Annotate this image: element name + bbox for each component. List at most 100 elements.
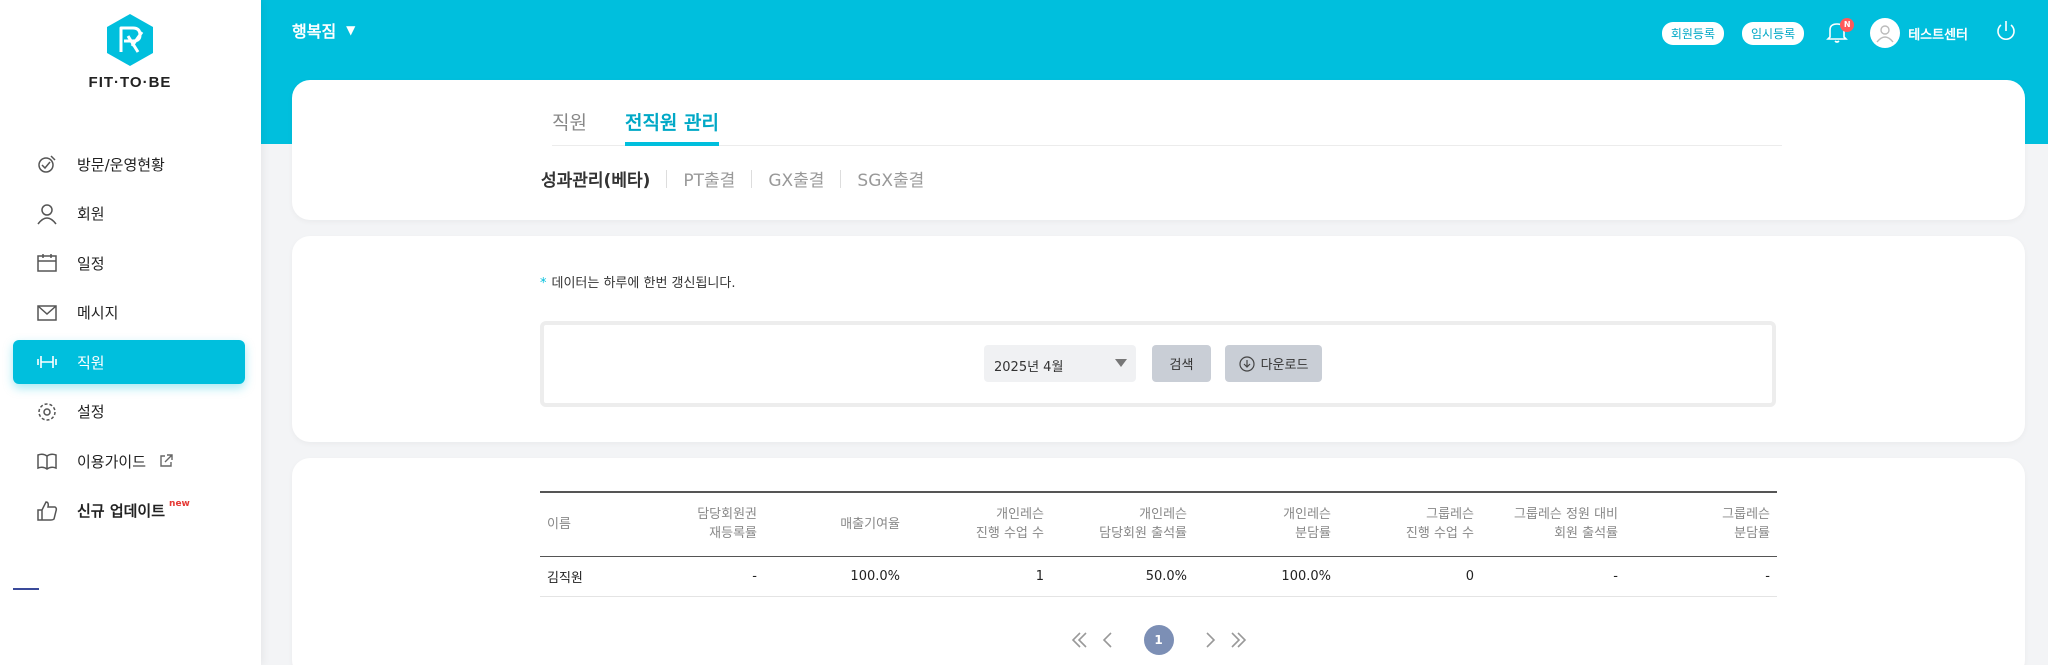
sidebar-nav: 방문/운영현황 회원 일정 메시지 직원 설정 이용가이드 신규 업데이트 ne… [13,142,245,538]
column-header: 매출기여율 [764,491,907,557]
sidebar-item-label: 일정 [77,254,105,273]
column-header: 그룹레슨 진행 수업 수 [1338,491,1481,557]
calendar-icon [35,251,59,275]
branch-selector[interactable]: 행복짐 ▼ [292,18,355,42]
subtab-pt-attendance[interactable]: PT출결 [683,166,735,191]
visit-status-icon [35,152,59,176]
table-header-row: 이름 담당회원권 재등록률 매출기여율 개인레슨 진행 수업 수 개인레슨 담당… [540,491,1777,557]
tabs-card: 직원 전직원 관리 성과관리(베타) PT출결 GX출결 SGX출결 [292,80,2025,220]
thumbs-up-icon [35,499,59,523]
new-tag: new [169,498,190,509]
user-menu[interactable]: 테스트센터 [1870,18,1968,48]
subtab-divider [751,169,753,188]
sidebar-item-label: 메시지 [77,304,119,322]
sidebar-item-label: 설정 [77,403,105,421]
column-header: 이름 [540,491,620,557]
sidebar-item-label: 방문/운영현황 [77,155,165,174]
subtab-divider [666,169,668,188]
sidebar-item-staff[interactable]: 직원 [13,340,245,384]
table-cell: 1 [907,556,1051,597]
table-cell: - [620,556,764,597]
page-number-current[interactable]: 1 [1143,625,1174,655]
month-value: 2025년 4월 [994,360,1064,375]
dumbbell-icon [35,350,59,374]
message-icon [35,301,59,325]
prev-page-button[interactable] [1096,628,1120,652]
subtab-sgx-attendance[interactable]: SGX출결 [857,166,924,191]
notification-button[interactable]: N [1826,18,1855,46]
sub-tabs: 성과관리(베타) PT출결 GX출결 SGX출결 [541,166,924,191]
sidebar-item-schedule[interactable]: 일정 [13,241,245,285]
sidebar-item-label: 직원 [77,353,105,372]
column-header: 그룹레슨 분담률 [1625,491,1777,557]
filter-card: * 데이터는 하루에 한번 갱신됩니다. 2025년 4월 검색 다운로드 [292,236,2025,442]
temp-register-button[interactable]: 임시등록 [1742,21,1805,45]
column-header: 담당회원권 재등록률 [620,491,764,557]
user-icon [1876,25,1894,43]
table-cell: - [1481,556,1625,597]
download-icon [1238,355,1255,372]
sidebar-item-member[interactable]: 회원 [13,192,245,236]
header-actions: 회원등록 임시등록 N 테스트센터 [1644,18,2018,48]
table-cell: 100.0% [764,556,907,597]
member-icon [35,202,59,226]
sidebar-divider [13,588,39,590]
external-link-icon [158,453,174,469]
subtab-divider [840,169,842,188]
subtab-gx-attendance[interactable]: GX출결 [768,166,824,191]
sidebar: FIT·TO·BE 방문/운영현황 회원 일정 메시지 직원 설정 이용가이드 … [0,0,261,665]
fit-to-be-logo-icon [107,14,153,66]
chevron-right-icon [1205,632,1215,648]
table-cell: 김직원 [540,556,620,597]
sidebar-item-guide[interactable]: 이용가이드 [13,439,245,483]
table-row[interactable]: 김직원 - 100.0% 1 50.0% 100.0% 0 - - [540,556,1777,597]
month-select[interactable]: 2025년 4월 [984,345,1136,382]
tab-staff[interactable]: 직원 [552,104,587,146]
avatar [1870,18,1901,48]
column-header: 개인레슨 진행 수업 수 [907,491,1051,557]
branch-name: 행복짐 [292,22,337,41]
update-notice: * 데이터는 하루에 한번 갱신됩니다. [540,272,735,291]
table-cell: 100.0% [1194,556,1338,597]
sidebar-item-settings[interactable]: 설정 [13,390,245,434]
pagination: 1 [292,625,2025,655]
gear-icon [35,400,59,424]
double-chevron-left-icon [1071,632,1087,648]
performance-table: 이름 담당회원권 재등록률 매출기여율 개인레슨 진행 수업 수 개인레슨 담당… [540,491,1777,597]
download-label: 다운로드 [1260,358,1309,373]
column-header: 개인레슨 분담률 [1194,491,1338,557]
main-tabs: 직원 전직원 관리 [552,104,1782,146]
download-button[interactable]: 다운로드 [1225,345,1322,382]
table-cell: - [1625,556,1777,597]
book-icon [35,449,59,473]
table-cell: 50.0% [1051,556,1194,597]
notice-bullet: * [540,276,547,291]
next-page-button[interactable] [1198,628,1222,652]
sidebar-item-label: 이용가이드 [77,452,147,471]
register-member-button[interactable]: 회원등록 [1661,21,1725,45]
notification-badge: N [1840,18,1855,32]
notice-text: 데이터는 하루에 한번 갱신됩니다. [551,276,736,291]
first-page-button[interactable] [1068,628,1092,652]
tab-all-staff[interactable]: 전직원 관리 [624,104,719,146]
sidebar-item-message[interactable]: 메시지 [13,291,245,335]
table-card: 이름 담당회원권 재등록률 매출기여율 개인레슨 진행 수업 수 개인레슨 담당… [292,458,2025,665]
logout-button[interactable] [1994,19,2018,47]
user-name: 테스트센터 [1908,27,1968,43]
logo[interactable]: FIT·TO·BE [85,12,175,91]
logo-text: FIT·TO·BE [88,74,172,91]
sidebar-item-updates[interactable]: 신규 업데이트 new [13,489,245,533]
dropdown-arrow-icon [1115,359,1127,367]
last-page-button[interactable] [1226,628,1250,652]
double-chevron-right-icon [1230,632,1246,648]
table-cell: 0 [1338,556,1481,597]
caret-down-icon: ▼ [346,23,356,37]
sidebar-item-label: 신규 업데이트 [77,502,166,520]
sidebar-item-label: 회원 [77,205,105,223]
sidebar-item-visit-status[interactable]: 방문/운영현황 [13,142,245,186]
chevron-left-icon [1102,632,1112,648]
search-button[interactable]: 검색 [1152,345,1211,382]
subtab-performance[interactable]: 성과관리(베타) [541,166,650,191]
column-header: 개인레슨 담당회원 출석률 [1051,491,1194,557]
power-icon [1997,21,2015,40]
